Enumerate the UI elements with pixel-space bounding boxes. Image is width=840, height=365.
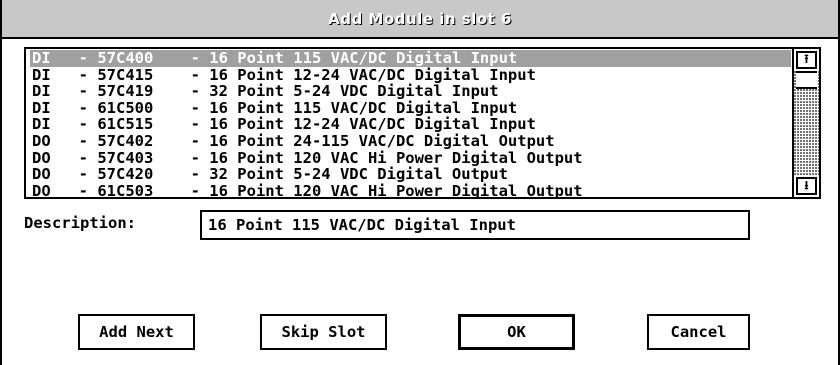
module-list-item[interactable]: DI - 57C419 - 32 Point 5-24 VDC Digital … — [30, 83, 791, 100]
arrow-up-icon: ⭱ — [804, 51, 809, 66]
module-list-rows: DI - 57C400 - 16 Point 115 VAC/DC Digita… — [30, 50, 791, 199]
add-module-dialog: Add Module in slot 6 DI - 57C400 - 16 Po… — [0, 0, 840, 365]
ok-button[interactable]: OK — [458, 314, 575, 350]
description-field: 16 Point 115 VAC/DC Digital Input — [200, 210, 750, 240]
title-bar[interactable]: Add Module in slot 6 — [2, 0, 838, 39]
module-list-item[interactable]: DO - 61C503 - 16 Point 120 VAC Hi Power … — [30, 183, 791, 200]
module-list-item[interactable]: DO - 57C402 - 16 Point 24-115 VAC/DC Dig… — [30, 133, 791, 150]
module-list-item[interactable]: DI - 57C415 - 16 Point 12-24 VAC/DC Digi… — [30, 66, 791, 84]
dialog-title: Add Module in slot 6 — [328, 9, 512, 28]
module-list-item[interactable]: DI - 57C400 - 16 Point 115 VAC/DC Digita… — [30, 50, 791, 67]
module-list-item[interactable]: DO - 57C420 - 32 Point 5-24 VDC Digital … — [30, 166, 791, 183]
scroll-down-button[interactable]: ⭳ — [796, 177, 817, 195]
scroll-thumb[interactable] — [796, 71, 817, 89]
cancel-button[interactable]: Cancel — [647, 314, 750, 350]
add-next-button[interactable]: Add Next — [78, 314, 195, 350]
module-list-item[interactable]: DI - 61C500 - 16 Point 115 VAC/DC Digita… — [30, 100, 791, 117]
arrow-down-icon: ⭳ — [804, 177, 809, 192]
module-list-item[interactable]: DI - 61C515 - 16 Point 12-24 VAC/DC Digi… — [30, 116, 791, 133]
skip-slot-button[interactable]: Skip Slot — [260, 314, 387, 350]
module-listbox[interactable]: DI - 57C400 - 16 Point 115 VAC/DC Digita… — [24, 47, 821, 199]
vertical-scrollbar[interactable]: ⭱ ⭳ — [792, 49, 819, 197]
module-list-item[interactable]: DO - 57C403 - 16 Point 120 VAC Hi Power … — [30, 149, 791, 167]
description-label: Description: — [24, 214, 136, 232]
scroll-up-button[interactable]: ⭱ — [796, 51, 817, 69]
